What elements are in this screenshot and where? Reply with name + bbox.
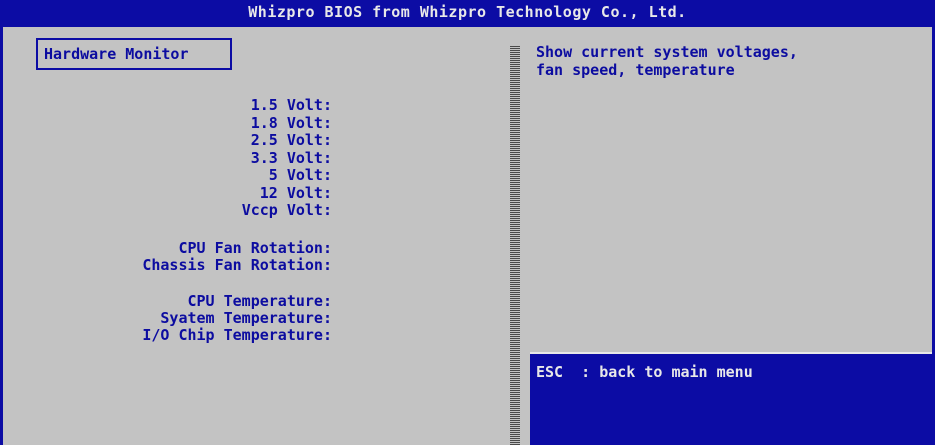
section-title-hardware-monitor: Hardware Monitor xyxy=(36,38,232,70)
panel-divider xyxy=(510,46,520,445)
bios-title: Whizpro BIOS from Whizpro Technology Co.… xyxy=(0,0,935,24)
label-chassis-fan-rotation[interactable]: Chassis Fan Rotation: xyxy=(0,256,332,274)
label-12-volt[interactable]: 12 Volt: xyxy=(0,184,332,202)
label-io-chip-temperature[interactable]: I/O Chip Temperature: xyxy=(0,326,332,344)
label-1-5-volt[interactable]: 1.5 Volt: xyxy=(0,96,332,114)
help-line-1: Show current system voltages, xyxy=(536,43,798,61)
help-text: Show current system voltages, fan speed,… xyxy=(536,43,916,79)
label-3-3-volt[interactable]: 3.3 Volt: xyxy=(0,149,332,167)
label-vccp-volt[interactable]: Vccp Volt: xyxy=(0,201,332,219)
label-1-8-volt[interactable]: 1.8 Volt: xyxy=(0,114,332,132)
label-cpu-temperature[interactable]: CPU Temperature: xyxy=(0,292,333,310)
frame-left-border xyxy=(0,24,3,445)
frame-top-border xyxy=(0,24,935,27)
esc-key-label: ESC xyxy=(536,363,564,381)
key-help-panel: ESC : back to main menu xyxy=(530,352,932,445)
esc-key-description: : back to main menu xyxy=(563,363,753,381)
label-2-5-volt[interactable]: 2.5 Volt: xyxy=(0,131,332,149)
label-5-volt[interactable]: 5 Volt: xyxy=(0,166,332,184)
help-line-2: fan speed, temperature xyxy=(536,61,735,79)
label-system-temperature[interactable]: Syatem Temperature: xyxy=(0,309,332,327)
label-cpu-fan-rotation[interactable]: CPU Fan Rotation: xyxy=(0,239,332,257)
